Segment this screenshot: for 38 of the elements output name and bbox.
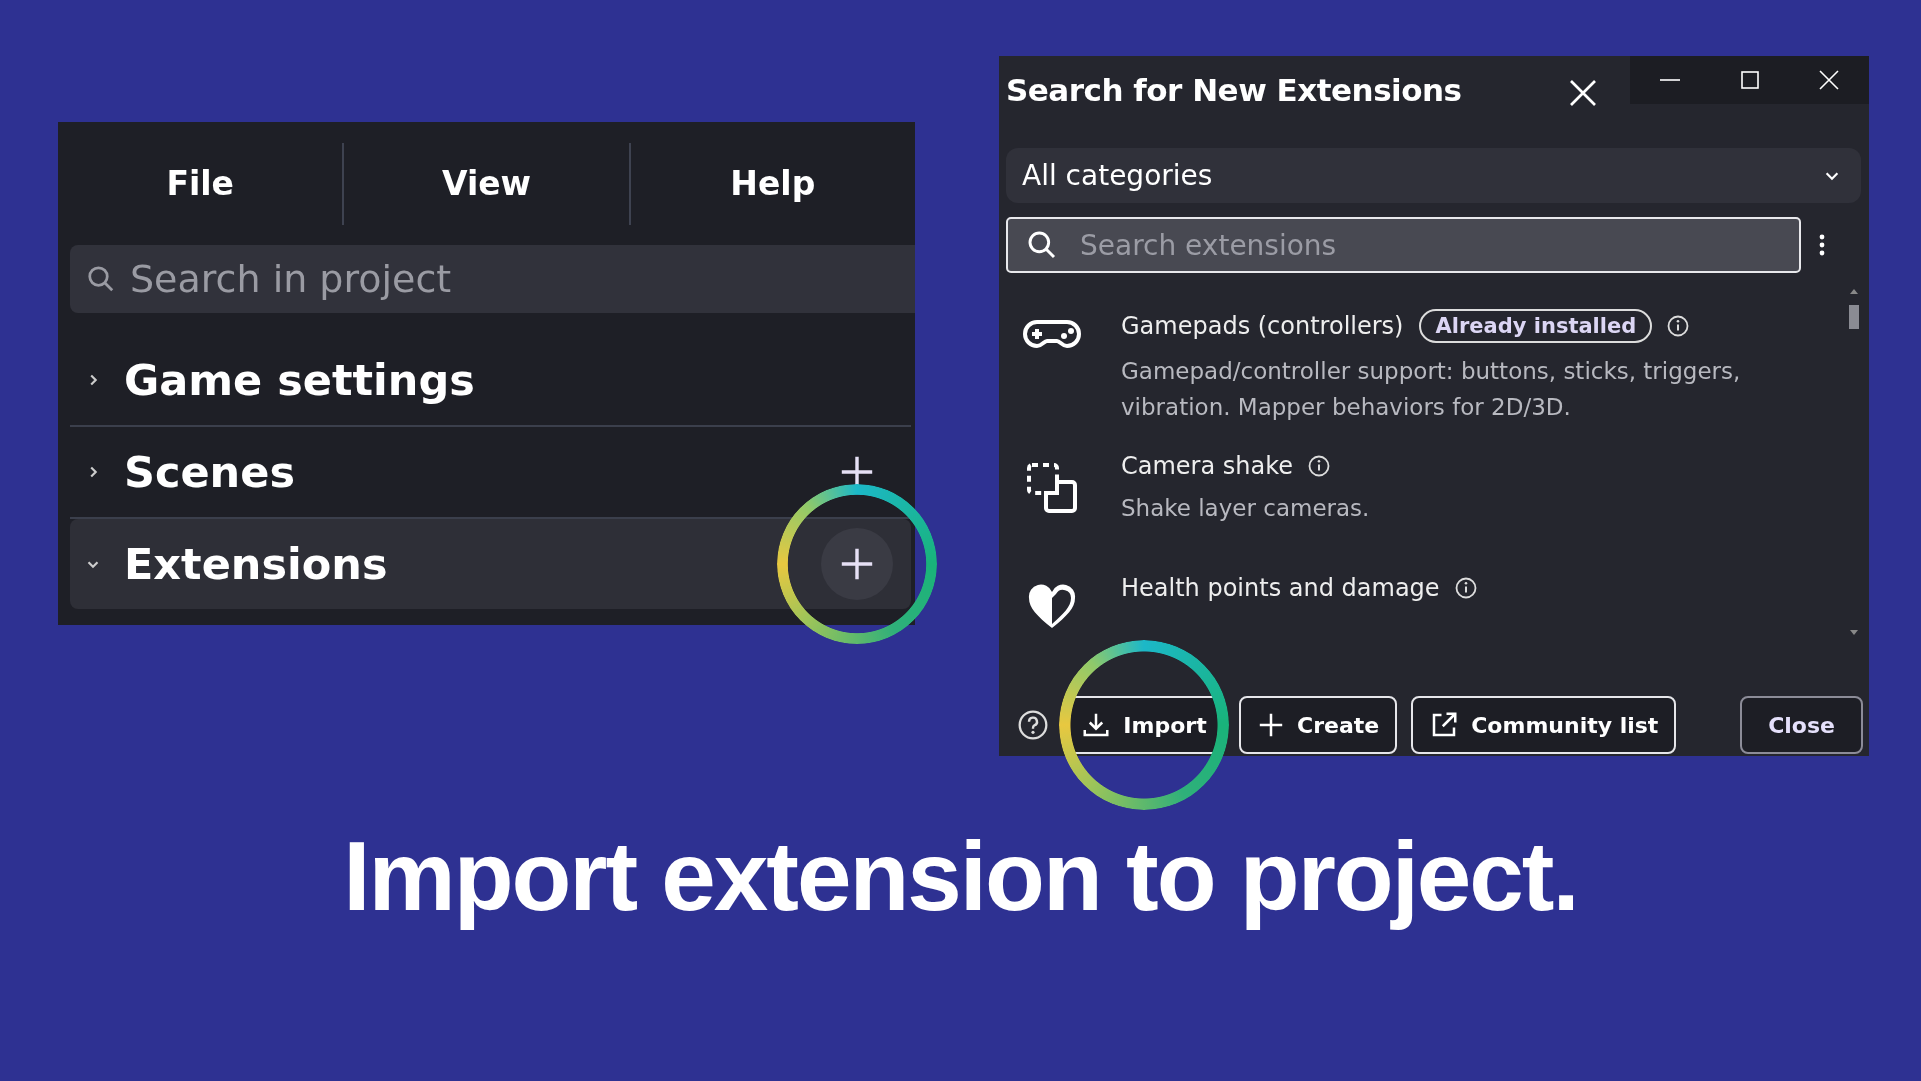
scroll-thumb[interactable] — [1849, 305, 1859, 329]
caption: Import extension to project. — [343, 820, 1578, 933]
scroll-down-icon[interactable] — [1849, 629, 1859, 637]
category-dropdown[interactable]: All categories — [1006, 148, 1861, 203]
installed-badge: Already installed — [1419, 309, 1653, 343]
dashed-squares-icon — [1026, 462, 1078, 514]
close-icon[interactable] — [1819, 70, 1840, 90]
plus-icon — [1257, 711, 1285, 739]
dialog-title: Search for New Extensions — [1005, 71, 1463, 108]
extension-name[interactable]: Health points and damage — [1121, 574, 1440, 602]
section-title[interactable]: Game settings — [124, 355, 475, 405]
menu-item[interactable]: Help — [630, 164, 915, 203]
extension-description: Gamepad/controller support: buttons, sticks, triggers, vibration. Mapper behaviors for 2D/3D. — [1121, 357, 1742, 422]
info-icon[interactable] — [1666, 314, 1691, 338]
search-placeholder: Search in project — [130, 257, 452, 301]
info-icon[interactable] — [1307, 454, 1332, 478]
search-placeholder: Search extensions — [1080, 228, 1337, 262]
close-icon[interactable] — [1568, 78, 1598, 108]
search-field[interactable]: Search in project — [70, 245, 915, 313]
minimize-icon[interactable] — [1659, 78, 1680, 82]
extension-name[interactable]: Camera shake — [1121, 452, 1294, 480]
footer-button[interactable]: Community list — [1411, 696, 1677, 754]
maximize-icon[interactable] — [1740, 71, 1759, 89]
info-icon[interactable] — [1453, 576, 1478, 600]
scroll-up-icon[interactable] — [1849, 287, 1859, 295]
help-icon[interactable] — [1017, 709, 1049, 741]
extension-description: Shake layer cameras. — [1121, 494, 1371, 523]
section-title[interactable]: Extensions — [124, 539, 388, 589]
more-icon[interactable] — [1819, 234, 1825, 256]
search-icon — [1026, 229, 1058, 261]
close-button[interactable]: Close — [1740, 696, 1863, 754]
footer-button[interactable]: Create — [1239, 696, 1398, 754]
menu-item[interactable]: View — [344, 164, 629, 203]
section-title[interactable]: Scenes — [124, 447, 295, 497]
search-icon — [86, 264, 116, 294]
menu-item[interactable]: File — [58, 164, 343, 203]
heart-icon — [1027, 584, 1077, 630]
extension-name[interactable]: Gamepads (controllers) — [1121, 312, 1404, 340]
